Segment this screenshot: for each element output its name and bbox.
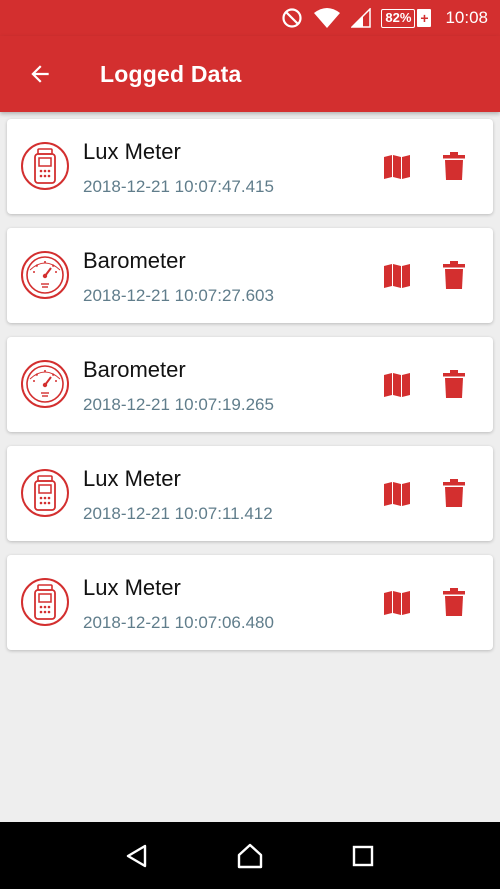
- entry-timestamp: 2018-12-21 10:07:06.480: [83, 613, 274, 632]
- entry-title: Barometer: [83, 357, 186, 382]
- map-button[interactable]: [382, 153, 412, 181]
- map-button[interactable]: [382, 371, 412, 399]
- battery-percent: 82%: [381, 8, 416, 28]
- cell-signal-icon: [351, 8, 372, 28]
- delete-button[interactable]: [439, 586, 469, 618]
- map-icon: [384, 155, 410, 179]
- barometer-icon: [20, 250, 70, 300]
- list-item[interactable]: Barometer 2018-12-21 10:07:27.603: [7, 228, 493, 323]
- back-button[interactable]: [20, 54, 60, 94]
- trash-icon: [443, 152, 465, 180]
- entry-title: Lux Meter: [83, 575, 181, 600]
- list-item[interactable]: Lux Meter 2018-12-21 10:07:11.412: [7, 446, 493, 541]
- status-bar: 82% + 10:08: [0, 0, 500, 36]
- do-not-disturb-icon: [281, 7, 303, 29]
- map-icon: [384, 264, 410, 288]
- entry-timestamp: 2018-12-21 10:07:11.412: [83, 504, 273, 523]
- entry-timestamp: 2018-12-21 10:07:47.415: [83, 177, 274, 196]
- lux-meter-icon: [20, 577, 70, 627]
- app-bar: Logged Data: [0, 36, 500, 112]
- list-item[interactable]: Lux Meter 2018-12-21 10:07:06.480: [7, 555, 493, 650]
- wifi-icon: [313, 7, 341, 29]
- map-button[interactable]: [382, 480, 412, 508]
- lux-meter-icon: [20, 141, 70, 191]
- map-icon: [384, 482, 410, 506]
- delete-button[interactable]: [439, 150, 469, 182]
- entry-title: Barometer: [83, 248, 186, 273]
- map-button[interactable]: [382, 262, 412, 290]
- nav-back-button[interactable]: [117, 836, 157, 876]
- recents-icon: [353, 845, 374, 866]
- home-icon: [237, 843, 263, 868]
- entry-timestamp: 2018-12-21 10:07:27.603: [83, 286, 274, 305]
- lux-meter-icon: [20, 468, 70, 518]
- trash-icon: [443, 479, 465, 507]
- map-icon: [384, 373, 410, 397]
- back-triangle-icon: [126, 844, 146, 867]
- map-button[interactable]: [382, 589, 412, 617]
- list-item[interactable]: Lux Meter 2018-12-21 10:07:47.415: [7, 119, 493, 214]
- logged-data-list: Lux Meter 2018-12-21 10:07:47.415 Barome…: [7, 119, 493, 664]
- entry-title: Lux Meter: [83, 139, 181, 164]
- delete-button[interactable]: [439, 368, 469, 400]
- charging-indicator: +: [417, 9, 432, 27]
- delete-button[interactable]: [439, 477, 469, 509]
- trash-icon: [443, 370, 465, 398]
- barometer-icon: [20, 359, 70, 409]
- arrow-back-icon: [31, 65, 49, 83]
- entry-title: Lux Meter: [83, 466, 181, 491]
- trash-icon: [443, 588, 465, 616]
- list-item[interactable]: Barometer 2018-12-21 10:07:19.265: [7, 337, 493, 432]
- status-time: 10:08: [445, 8, 488, 27]
- map-icon: [384, 591, 410, 615]
- trash-icon: [443, 261, 465, 289]
- system-nav-bar: [0, 822, 500, 889]
- nav-recents-button[interactable]: [343, 836, 383, 876]
- page-title: Logged Data: [100, 60, 242, 87]
- battery-icon: 82% +: [381, 8, 432, 28]
- entry-timestamp: 2018-12-21 10:07:19.265: [83, 395, 274, 414]
- delete-button[interactable]: [439, 259, 469, 291]
- nav-home-button[interactable]: [230, 836, 270, 876]
